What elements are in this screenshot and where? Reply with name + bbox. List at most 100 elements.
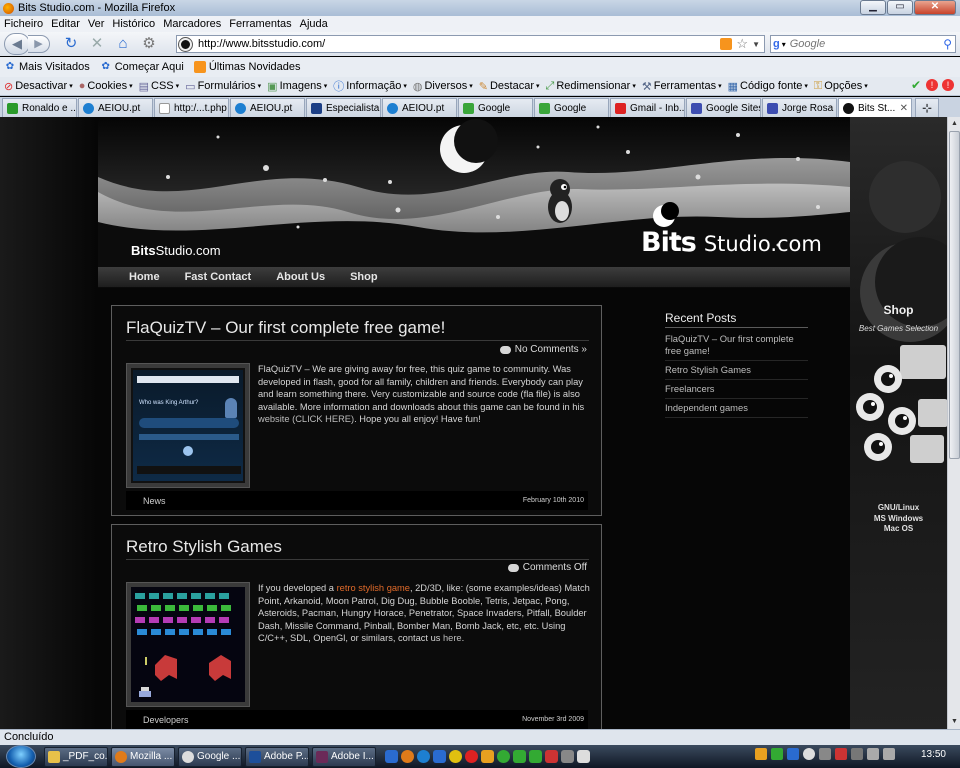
tab[interactable]: AEIOU.pt [230, 98, 305, 117]
post-website-link[interactable]: website (CLICK HERE) [258, 414, 354, 424]
tab-list-icon[interactable]: ⊹ [915, 98, 939, 117]
reload-icon[interactable]: ↻ [62, 35, 80, 53]
tab[interactable]: Ronaldo e ... [2, 98, 77, 117]
taskbar-button[interactable]: _PDF_co... [44, 746, 108, 767]
bookmark-star-icon[interactable]: ☆ [736, 36, 748, 52]
dev-disable[interactable]: ⊘ Desactivar ▾ [4, 80, 73, 93]
bookmark-most-visited[interactable]: ✿ Mais Visitados [4, 61, 90, 73]
site-logo-small[interactable]: BitsStudio.com [131, 243, 221, 258]
tab[interactable]: AEIOU.pt [382, 98, 457, 117]
menu-help[interactable]: Ajuda [300, 18, 328, 30]
tray-icon[interactable] [786, 748, 799, 760]
post-category[interactable]: Developers [143, 715, 189, 725]
error-icon[interactable]: ! [942, 79, 954, 91]
app-icon[interactable] [497, 750, 510, 763]
home-icon[interactable]: ⌂ [114, 35, 132, 53]
dev-forms[interactable]: ▭ Formulários ▾ [185, 80, 261, 93]
app-icon[interactable] [545, 750, 558, 763]
start-button[interactable] [6, 745, 36, 768]
google-engine-icon[interactable]: g [773, 38, 780, 50]
post-retro-game-link[interactable]: retro stylish game [337, 583, 410, 593]
app-icon[interactable] [417, 750, 430, 763]
menu-tools[interactable]: Ferramentas [229, 18, 291, 30]
dev-information[interactable]: ⓘ Informação ▾ [333, 78, 407, 94]
url-input[interactable] [198, 38, 721, 50]
tab-active[interactable]: Bits St... ✕ [838, 98, 912, 117]
back-button[interactable]: ◀ [4, 33, 30, 55]
tray-icon[interactable] [754, 748, 767, 760]
post-category[interactable]: News [143, 496, 166, 506]
url-bar[interactable]: ☆ ▼ [176, 35, 765, 53]
sidebar-post-link[interactable]: Freelancers [665, 380, 808, 399]
taskbar-clock[interactable]: 13:50 [921, 749, 946, 760]
tab[interactable]: Especialista... [306, 98, 381, 117]
app-icon[interactable] [449, 750, 462, 763]
search-input[interactable] [789, 38, 944, 50]
minimize-button[interactable]: ▁ [860, 0, 886, 15]
error-icon[interactable]: ! [926, 79, 938, 91]
app-icon[interactable] [513, 750, 526, 763]
app-icon[interactable] [465, 750, 478, 763]
post-thumbnail[interactable]: Who was King Arthur? [126, 363, 250, 488]
shop-ad-banner[interactable]: Shop Best Games Selection GNU/Linux MS W… [850, 117, 947, 729]
menu-edit[interactable]: Editar [51, 18, 80, 30]
dev-css[interactable]: ▤ CSS ▾ [139, 80, 180, 93]
dev-resize[interactable]: ⤢ Redimensionar ▾ [546, 80, 636, 93]
nav-shop[interactable]: Shop [350, 271, 378, 283]
app-icon[interactable] [481, 750, 494, 763]
taskbar-button-active[interactable]: Mozilla ... [111, 746, 175, 767]
tab[interactable]: Google [458, 98, 533, 117]
taskbar-button[interactable]: Adobe I... [312, 746, 376, 767]
app-icon[interactable] [433, 750, 446, 763]
volume-icon[interactable] [882, 748, 895, 760]
tab-close-icon[interactable]: ✕ [900, 103, 908, 114]
sidebar-post-link[interactable]: Retro Stylish Games [665, 361, 808, 380]
rss-icon[interactable] [720, 38, 733, 50]
sidebar-post-link[interactable]: Independent games [665, 399, 808, 418]
dev-outline[interactable]: ✎ Destacar ▾ [479, 80, 540, 93]
post-comments-link[interactable]: No Comments » [499, 344, 587, 355]
app-icon[interactable] [561, 750, 574, 763]
dev-miscellaneous[interactable]: ◍ Diversos ▾ [413, 80, 473, 93]
tab[interactable]: Jorge Rosa ... [762, 98, 837, 117]
nav-home[interactable]: Home [129, 271, 160, 283]
app-icon[interactable] [529, 750, 542, 763]
tab[interactable]: Google Sites [686, 98, 761, 117]
url-dropdown-icon[interactable]: ▼ [752, 40, 760, 49]
search-bar[interactable]: g ▾ ⚲ [770, 35, 956, 53]
addon-icon[interactable]: ⚙ [140, 35, 158, 53]
tray-icon[interactable] [834, 748, 847, 760]
tray-icon[interactable] [818, 748, 831, 760]
post-comments-link[interactable]: Comments Off [507, 562, 587, 573]
post-thumbnail[interactable] [126, 582, 250, 707]
page-scrollbar[interactable]: ▲ ▼ [947, 117, 960, 729]
sidebar-post-link[interactable]: FlaQuizTV – Our first complete free game… [665, 330, 808, 361]
bookmark-latest-headlines[interactable]: Últimas Novidades [193, 61, 301, 73]
dev-images[interactable]: ▣ Imagens ▾ [267, 80, 327, 93]
tab[interactable]: AEIOU.pt [78, 98, 153, 117]
tray-icon[interactable] [850, 748, 863, 760]
menu-history[interactable]: Histórico [112, 18, 155, 30]
tab[interactable]: Google [534, 98, 609, 117]
dev-tools[interactable]: ⚒ Ferramentas ▾ [642, 80, 722, 93]
engine-dropdown-icon[interactable]: ▾ [782, 40, 786, 49]
dev-options[interactable]: ⚿ Opções ▾ [814, 80, 868, 93]
dev-cookies[interactable]: ● Cookies ▾ [79, 80, 133, 92]
stop-icon[interactable]: ✕ [88, 35, 106, 53]
menu-bookmarks[interactable]: Marcadores [163, 18, 221, 30]
nav-fast-contact[interactable]: Fast Contact [185, 271, 252, 283]
search-icon[interactable]: ⚲ [943, 37, 952, 51]
post-contact-link[interactable]: here [443, 633, 462, 643]
tab[interactable]: Gmail - Inb... [610, 98, 685, 117]
app-icon[interactable] [577, 750, 590, 763]
scroll-up-icon[interactable]: ▲ [949, 118, 960, 130]
network-icon[interactable] [866, 748, 879, 760]
menu-view[interactable]: Ver [88, 18, 105, 30]
post-title[interactable]: Retro Stylish Games [126, 537, 589, 560]
bookmark-getting-started[interactable]: ✿ Começar Aqui [100, 61, 184, 73]
close-button[interactable]: ✕ [914, 0, 956, 15]
taskbar-button[interactable]: Google ... [178, 746, 242, 767]
scroll-thumb[interactable] [949, 131, 960, 459]
tray-icon[interactable] [770, 748, 783, 760]
nav-about-us[interactable]: About Us [276, 271, 325, 283]
